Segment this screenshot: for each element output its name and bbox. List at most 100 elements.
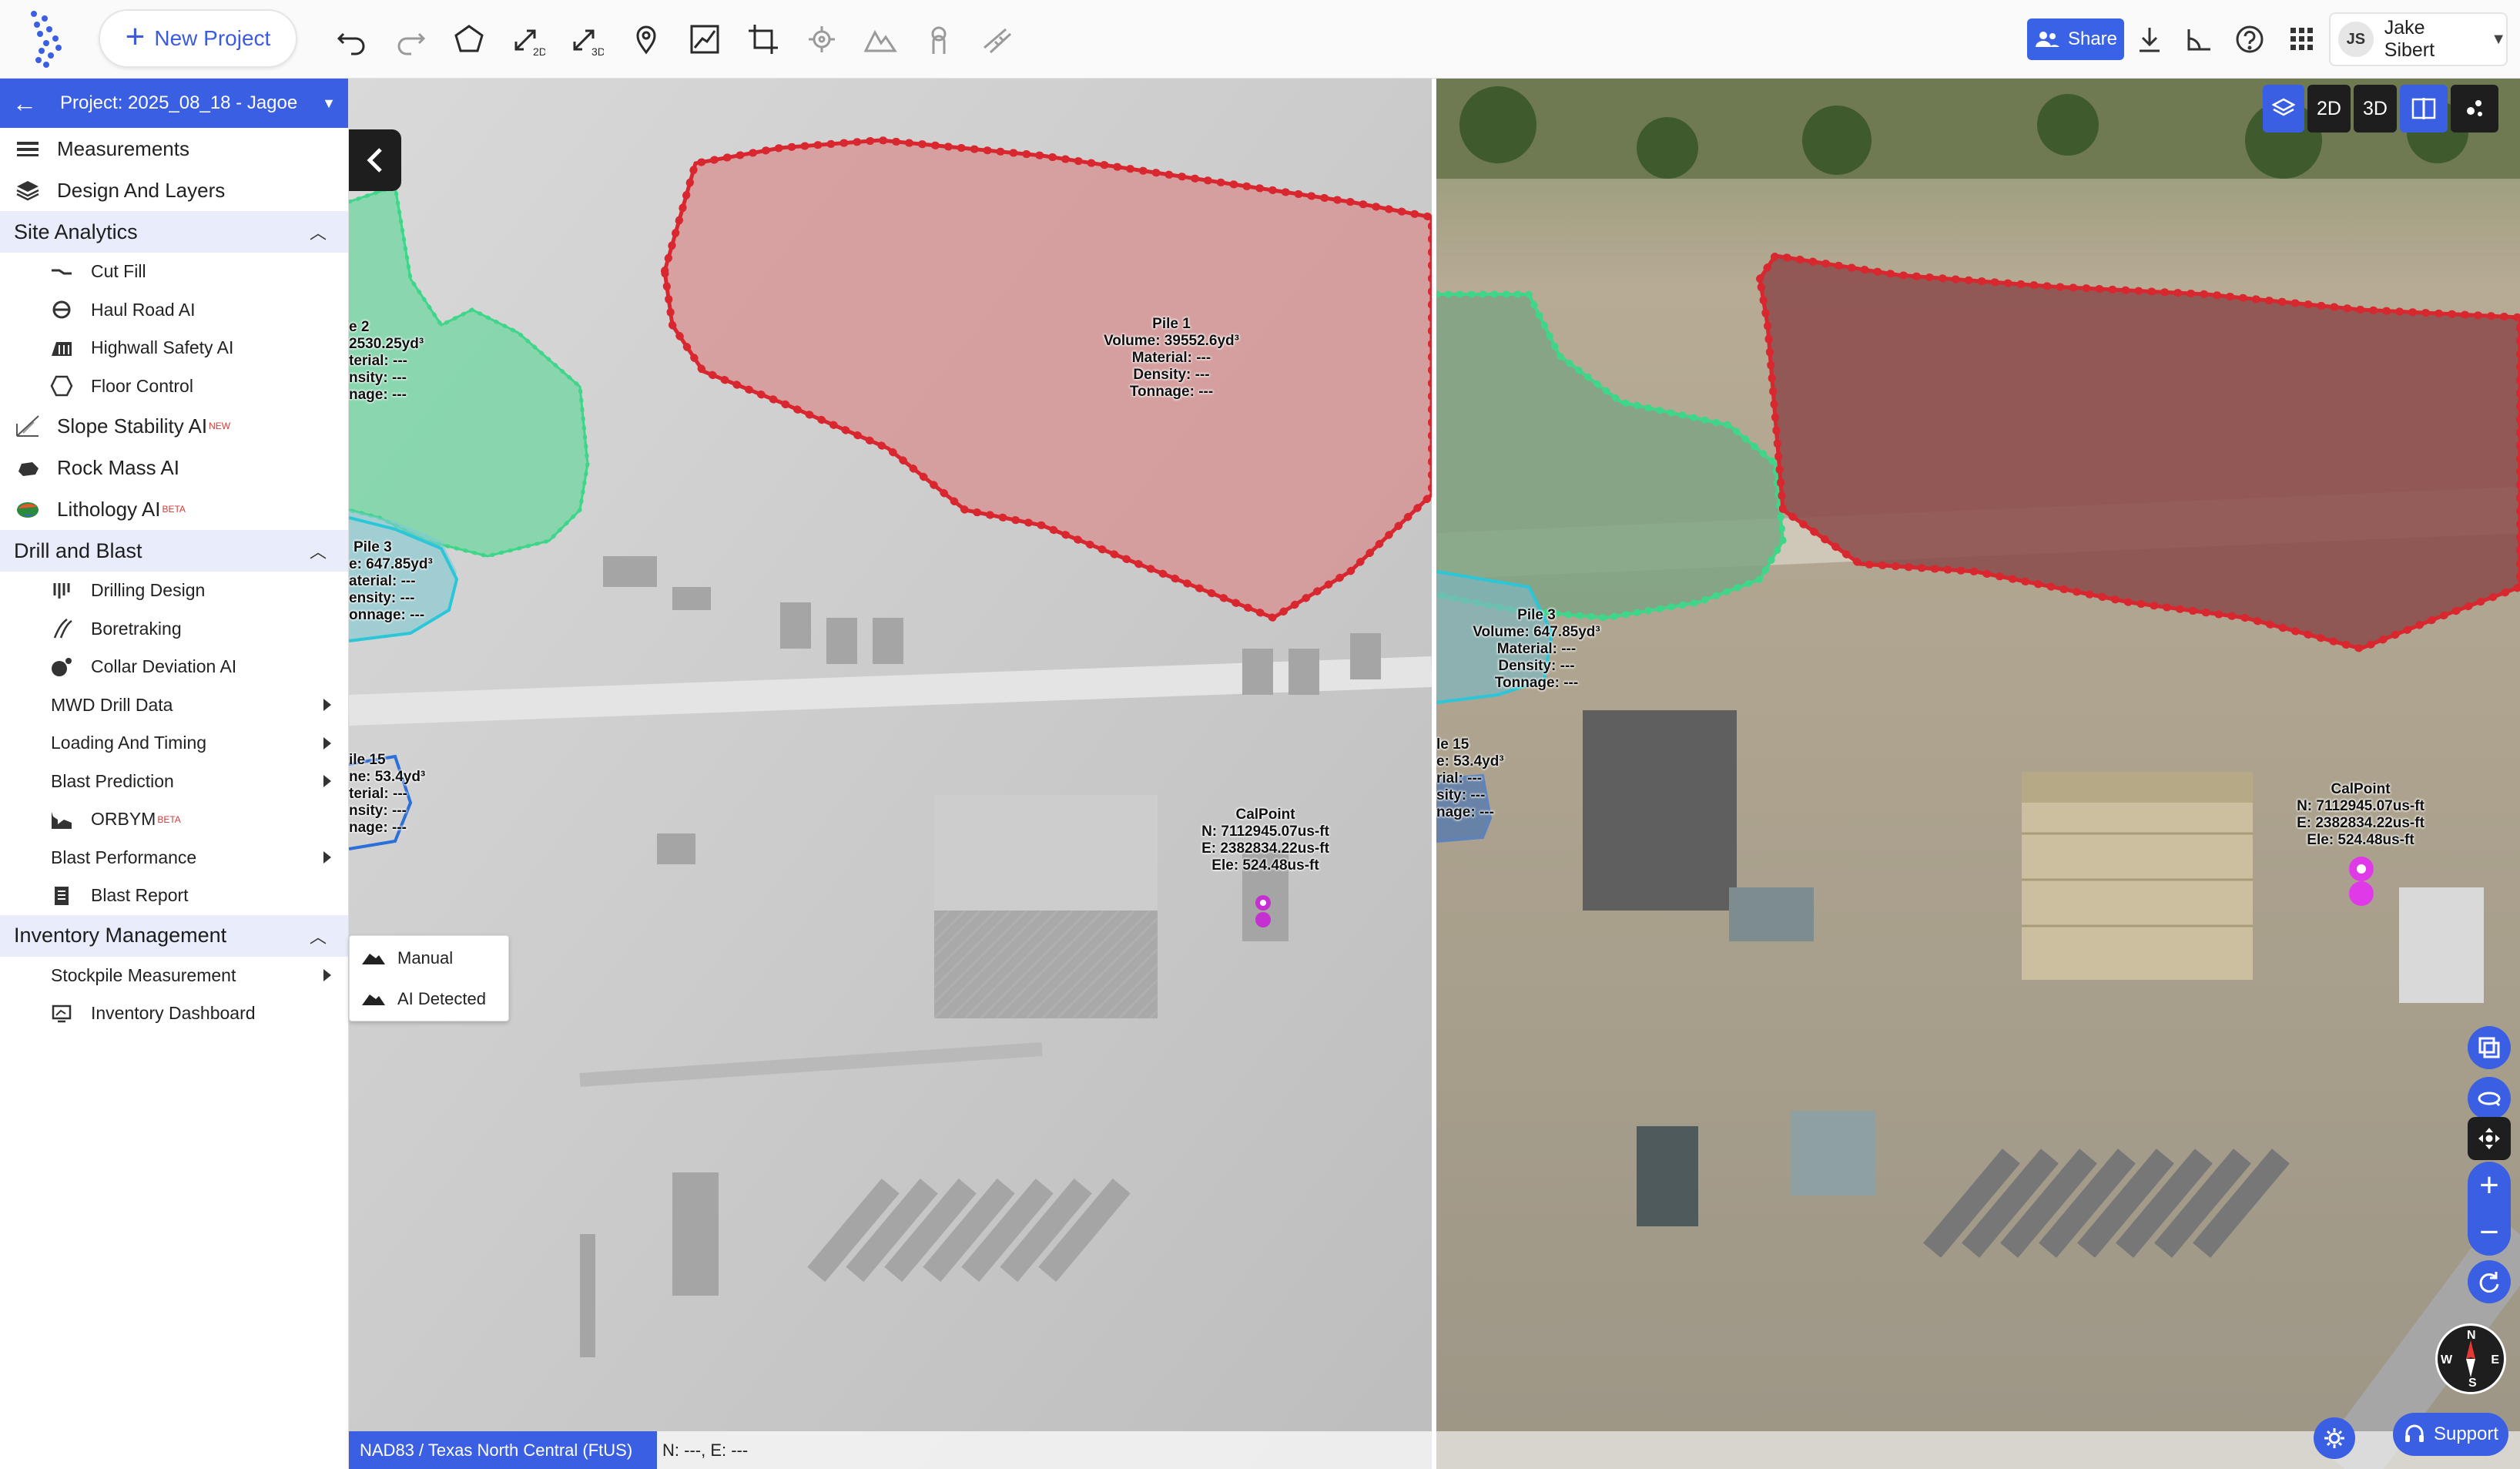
- svg-text:2D: 2D: [533, 45, 545, 57]
- support-button[interactable]: Support: [2393, 1413, 2508, 1456]
- sidebar-item-label: Inventory Dashboard: [91, 1003, 256, 1024]
- sidebar-item-measurements[interactable]: Measurements: [0, 128, 348, 169]
- sidebar-item-boretraking[interactable]: Boretraking: [0, 610, 348, 649]
- sidebar-item-label: Rock Mass AI: [57, 455, 179, 479]
- pan-button[interactable]: [2468, 1117, 2511, 1160]
- section-site-analytics[interactable]: Site Analytics ︿: [0, 211, 348, 253]
- pile-3-label: Pile 3 Volume: 647.85yd³ Material: --- Dens…: [1473, 607, 1600, 691]
- sidebar-item-collar-deviation[interactable]: Collar Deviation AI: [0, 648, 348, 686]
- sidebar-item-rock-mass[interactable]: Rock Mass AI: [0, 447, 348, 488]
- crop-icon[interactable]: [742, 18, 784, 60]
- chevron-up-icon[interactable]: ︿: [310, 924, 327, 948]
- map-left-hillshade[interactable]: Pile 1 Volume: 39552.6yd³ Material: --- Den…: [349, 79, 1432, 1469]
- sidebar-item-highwall[interactable]: Highwall Safety AI: [0, 329, 348, 367]
- calpoint-label: CalPoint N: 7112945.07us-ft E: 2382834.22u…: [1201, 807, 1329, 874]
- map-right-orthophoto[interactable]: Pile 3 Volume: 647.85yd³ Material: --- Dens…: [1436, 79, 2520, 1469]
- profile-icon[interactable]: [684, 18, 726, 60]
- sidebar-item-loading-timing[interactable]: Loading And Timing: [0, 724, 348, 763]
- submenu-item-manual[interactable]: Manual: [350, 939, 508, 977]
- undo-icon[interactable]: [331, 18, 373, 60]
- sidebar-item-haul-road[interactable]: Haul Road AI: [0, 291, 348, 330]
- measure-2d-icon[interactable]: 2D: [507, 18, 548, 60]
- sidebar-item-label: Lithology AI: [57, 497, 161, 521]
- crs-label[interactable]: NAD83 / Texas North Central (FtUS): [349, 1431, 657, 1469]
- sidebar-item-label: Highwall Safety AI: [91, 337, 234, 358]
- app-root: + New Project 2D 3D Share JS Jake Sibert…: [0, 0, 2520, 1469]
- sidebar-item-inventory-dashboard[interactable]: Inventory Dashboard: [0, 994, 348, 1033]
- layers-icon: [14, 179, 42, 202]
- section-title: Drill and Blast: [14, 538, 142, 562]
- sidebar-item-cut-fill[interactable]: Cut Fill: [0, 253, 348, 291]
- target-icon[interactable]: [801, 18, 843, 60]
- sidebar-item-blast-performance[interactable]: Blast Performance: [0, 839, 348, 877]
- sidebar-item-design-layers[interactable]: Design And Layers: [0, 169, 348, 211]
- pin-icon[interactable]: [625, 18, 667, 60]
- ruler-icon[interactable]: [977, 18, 1018, 60]
- reset-rotation-button[interactable]: [2468, 1260, 2511, 1303]
- submenu-item-ai-detected[interactable]: AI Detected: [350, 980, 508, 1018]
- sidebar-item-slope-stability[interactable]: Slope Stability AI NEW: [0, 405, 348, 447]
- calpoint-label: CalPoint N: 7112945.07us-ft E: 2382834.22u…: [2297, 781, 2424, 848]
- orbit-button[interactable]: [2468, 1077, 2511, 1120]
- sidebar-item-floor-control[interactable]: Floor Control: [0, 367, 348, 406]
- project-selector[interactable]: ← Project: 2025_08_18 - Jagoe -... ▼: [0, 79, 348, 128]
- sidebar-item-label: Collar Deviation AI: [91, 656, 237, 677]
- points-toggle-button[interactable]: [2451, 85, 2498, 132]
- sidebar-item-blast-report[interactable]: Blast Report: [0, 877, 348, 915]
- split-view-icon: [2411, 98, 2436, 119]
- sidebar-item-blast-prediction[interactable]: Blast Prediction: [0, 763, 348, 801]
- avatar: JS: [2338, 22, 2374, 57]
- touch-icon[interactable]: [918, 18, 960, 60]
- chevron-right-icon: [323, 699, 331, 712]
- sidebar: ← Project: 2025_08_18 - Jagoe -... ▼ Mea…: [0, 79, 349, 1469]
- sidebar-item-orbym[interactable]: ORBYM BETA: [0, 800, 348, 839]
- gear-icon: [2324, 1428, 2344, 1448]
- compass-needle-icon: [2466, 1340, 2475, 1377]
- stockpile-icon: [362, 953, 385, 964]
- polygon-icon[interactable]: [448, 18, 490, 60]
- support-label: Support: [2433, 1424, 2499, 1444]
- collapse-sidebar-button[interactable]: [349, 129, 401, 191]
- settings-button[interactable]: [2314, 1417, 2355, 1459]
- chevron-right-icon: [323, 736, 331, 750]
- view-2d-button[interactable]: 2D: [2307, 85, 2351, 132]
- layers-toggle-button[interactable]: [2263, 85, 2304, 132]
- screens-icon: [2478, 1037, 2500, 1058]
- zoom-out-button[interactable]: −: [2468, 1209, 2511, 1256]
- download-icon[interactable]: [2130, 20, 2169, 59]
- app-logo-icon[interactable]: [23, 9, 72, 68]
- terrain-icon[interactable]: [860, 18, 901, 60]
- sidebar-item-stockpile[interactable]: Stockpile Measurement: [0, 957, 348, 995]
- stockpile-submenu: Manual AI Detected: [349, 935, 509, 1021]
- apps-grid-icon[interactable]: [2283, 20, 2321, 59]
- sidebar-item-drilling-design[interactable]: Drilling Design: [0, 572, 348, 610]
- sidebar-item-label: Haul Road AI: [91, 299, 196, 320]
- orbym-icon: [48, 809, 75, 830]
- chevron-up-icon[interactable]: ︿: [310, 538, 327, 563]
- zoom-in-button[interactable]: +: [2468, 1162, 2511, 1209]
- compass[interactable]: N E S W: [2435, 1323, 2506, 1394]
- measurements-icon: [14, 137, 42, 160]
- view-3d-button[interactable]: 3D: [2354, 85, 2397, 132]
- share-button[interactable]: Share: [2027, 18, 2124, 60]
- section-drill-blast[interactable]: Drill and Blast ︿: [0, 530, 348, 572]
- new-project-label: New Project: [154, 26, 271, 50]
- angle-icon[interactable]: [2180, 20, 2218, 59]
- chevron-up-icon[interactable]: ︿: [310, 220, 327, 244]
- section-inventory[interactable]: Inventory Management ︿: [0, 914, 348, 957]
- chevron-right-icon: [323, 775, 331, 788]
- measure-3d-icon[interactable]: 3D: [565, 18, 607, 60]
- chevron-left-icon: [367, 148, 382, 173]
- screen-capture-button[interactable]: [2468, 1026, 2511, 1069]
- back-arrow-icon[interactable]: ←: [12, 89, 37, 118]
- highwall-icon: [48, 337, 75, 359]
- user-menu[interactable]: JS Jake Sibert ▼: [2329, 12, 2508, 66]
- redo-icon[interactable]: [390, 18, 431, 60]
- sidebar-item-label: Floor Control: [91, 375, 193, 396]
- split-view-button[interactable]: [2400, 85, 2448, 132]
- new-badge: NEW: [209, 421, 231, 431]
- new-project-button[interactable]: + New Project: [99, 9, 297, 68]
- help-icon[interactable]: [2230, 20, 2269, 59]
- sidebar-item-mwd[interactable]: MWD Drill Data: [0, 686, 348, 725]
- sidebar-item-lithology[interactable]: Lithology AI BETA: [0, 488, 348, 530]
